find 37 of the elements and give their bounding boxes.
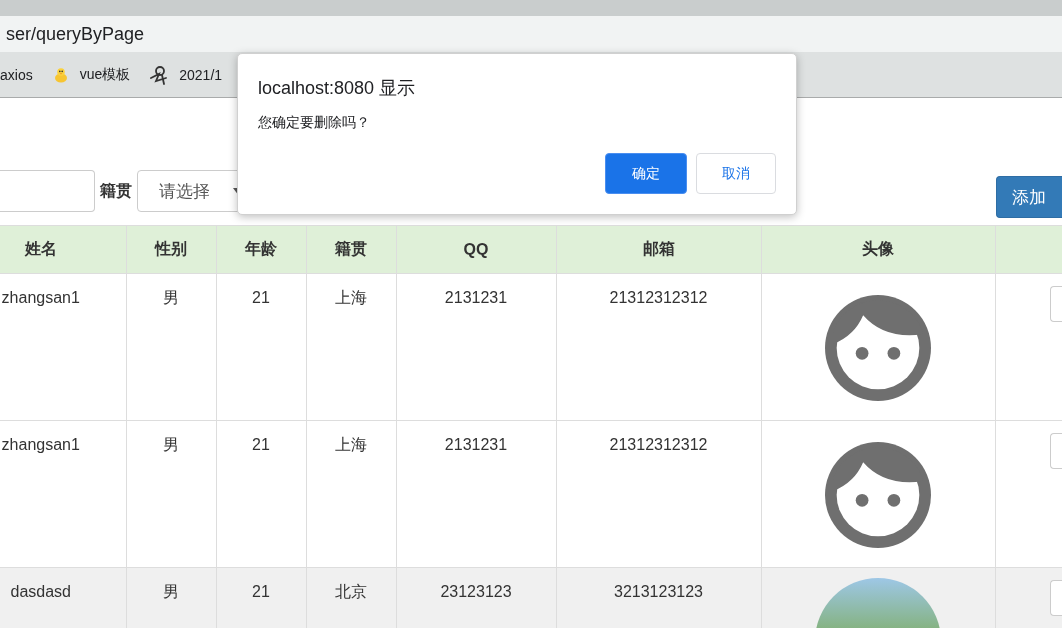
column-header: 邮箱 (556, 225, 761, 274)
duck-icon (52, 66, 69, 83)
action-button[interactable] (1049, 433, 1062, 469)
column-header: QQ (396, 225, 556, 274)
column-header: 姓名 (0, 225, 126, 274)
table-cell: 2131231 (396, 420, 556, 568)
cancel-button[interactable]: 取消 (696, 153, 776, 194)
column-header: 籍贯 (306, 225, 396, 274)
column-header: 头像 (761, 225, 995, 274)
confirm-button[interactable]: 确定 (605, 153, 687, 194)
table-cell: zhangsan1 (0, 420, 126, 568)
bookmark-item[interactable]: vue模板 (52, 65, 131, 84)
table-cell: 21312312312 (556, 273, 761, 421)
table-cell: 21 (216, 420, 306, 568)
table-cell: 男 (126, 273, 216, 421)
add-button[interactable]: 添加 (996, 176, 1062, 218)
avatar-icon (825, 295, 931, 401)
dialog-title: localhost:8080 显示 (258, 77, 416, 100)
bookmark-logo-icon (150, 64, 169, 85)
action-button[interactable] (1049, 580, 1062, 616)
dialog-message: 您确定要删除吗？ (258, 113, 370, 132)
input-field[interactable] (0, 170, 95, 212)
table-cell: 上海 (306, 420, 396, 568)
address-field[interactable]: ser/queryByPage (0, 16, 1062, 52)
avatar-icon (825, 442, 931, 548)
action-button[interactable] (1049, 286, 1062, 322)
table-cell: 21 (216, 273, 306, 421)
table-cell: zhangsan1 (0, 273, 126, 421)
column-header: 性别 (126, 225, 216, 274)
column-header: 年龄 (216, 225, 306, 274)
table-cell: 21312312312 (556, 420, 761, 568)
field-label: 籍贯 (100, 181, 132, 201)
bookmark-item[interactable]: 2021/1 (150, 64, 223, 85)
table-cell: 上海 (306, 273, 396, 421)
bookmark-item[interactable]: axios (0, 66, 33, 83)
table-cell: 男 (126, 420, 216, 568)
table-cell: 2131231 (396, 273, 556, 421)
